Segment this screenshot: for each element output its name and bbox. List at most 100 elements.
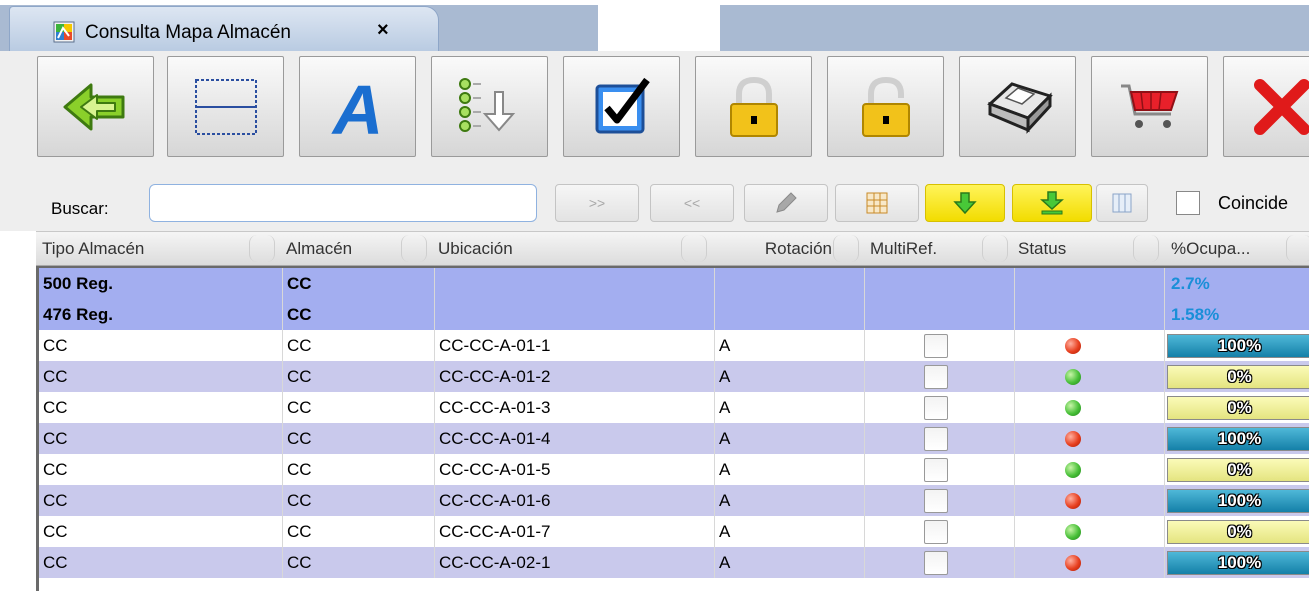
search-row: Buscar: >> << Coincide <box>0 171 1309 231</box>
column-resize-handle[interactable] <box>249 235 275 262</box>
column-resize-handle[interactable] <box>833 235 859 262</box>
split-view-icon <box>194 78 257 135</box>
summary-cell-multiref <box>865 299 1015 330</box>
cell-almacen: CC <box>283 485 435 516</box>
multiref-checkbox[interactable] <box>924 365 948 389</box>
column-header-rotacion[interactable]: Rotación <box>712 232 842 265</box>
column-header-ubicacion[interactable]: Ubicación <box>432 232 682 265</box>
pencil-button[interactable] <box>744 184 828 222</box>
cell-multiref <box>865 330 1015 361</box>
search-label: Buscar: <box>51 199 109 218</box>
cell-tipo: CC <box>39 392 283 423</box>
pencil-icon <box>776 192 797 213</box>
status-red-icon <box>1065 555 1081 571</box>
list-sort-icon <box>458 77 515 132</box>
multiref-checkbox[interactable] <box>924 520 948 544</box>
occupancy-bar: 0% <box>1167 520 1309 544</box>
occupancy-bar: 100% <box>1167 334 1309 358</box>
map-icon <box>53 21 75 43</box>
split-view-button[interactable] <box>167 56 284 157</box>
match-checkbox[interactable] <box>1176 191 1200 215</box>
cell-pct: 100% <box>1165 547 1309 578</box>
table-row[interactable]: CC CC CC-CC-A-01-2 A 0% <box>39 361 1309 392</box>
search-next-button[interactable]: >> <box>555 184 639 222</box>
tab-consulta-mapa-almacen[interactable]: Consulta Mapa Almacén × <box>9 6 439 51</box>
column-resize-handle[interactable] <box>1133 235 1159 262</box>
cell-ubicacion: CC-CC-A-01-2 <box>435 361 715 392</box>
occupancy-bar: 100% <box>1167 489 1309 513</box>
cell-status <box>1015 547 1165 578</box>
summary-cell-pct: 1.58% <box>1165 299 1309 330</box>
occupancy-bar: 0% <box>1167 396 1309 420</box>
tab-close-icon[interactable]: × <box>377 19 389 42</box>
column-resize-handle[interactable] <box>401 235 427 262</box>
column-resize-handle[interactable] <box>681 235 707 262</box>
back-button[interactable] <box>37 56 154 157</box>
cell-almacen: CC <box>283 423 435 454</box>
cell-multiref <box>865 516 1015 547</box>
cell-status <box>1015 361 1165 392</box>
expand-down-button[interactable] <box>925 184 1005 222</box>
grid-table-icon <box>866 192 888 214</box>
summary-row: 500 Reg. CC 2.7% <box>39 268 1309 299</box>
multiref-checkbox[interactable] <box>924 427 948 451</box>
cell-pct: 0% <box>1165 516 1309 547</box>
download-button[interactable] <box>1012 184 1092 222</box>
search-input[interactable] <box>149 184 537 222</box>
status-red-icon <box>1065 493 1081 509</box>
table-row[interactable]: CC CC CC-CC-A-02-1 A 100% <box>39 547 1309 578</box>
unlock-button[interactable] <box>827 56 944 157</box>
column-resize-handle[interactable] <box>982 235 1008 262</box>
cell-status <box>1015 516 1165 547</box>
print-button[interactable] <box>959 56 1076 157</box>
cell-rotacion: A <box>715 330 865 361</box>
tab-title: Consulta Mapa Almacén <box>85 22 291 43</box>
column-resize-handle[interactable] <box>1286 235 1309 262</box>
cell-rotacion: A <box>715 454 865 485</box>
cell-pct: 0% <box>1165 392 1309 423</box>
cell-almacen: CC <box>283 361 435 392</box>
font-button[interactable]: A <box>299 56 416 157</box>
summary-cell-tipo: 500 Reg. <box>39 268 283 299</box>
column-header-status[interactable]: Status <box>1012 232 1142 265</box>
table-row[interactable]: CC CC CC-CC-A-01-7 A 0% <box>39 516 1309 547</box>
font-a-icon: A <box>330 74 383 140</box>
table-row[interactable]: CC CC CC-CC-A-01-4 A 100% <box>39 423 1309 454</box>
cell-tipo: CC <box>39 423 283 454</box>
grid-button[interactable] <box>835 184 919 222</box>
cell-ubicacion: CC-CC-A-01-5 <box>435 454 715 485</box>
multiref-checkbox[interactable] <box>924 458 948 482</box>
occupancy-bar: 0% <box>1167 365 1309 389</box>
lock-button[interactable] <box>695 56 812 157</box>
cell-tipo: CC <box>39 485 283 516</box>
grid-body: 500 Reg. CC 2.7% 476 Reg. CC 1.58% CC CC CC-CC-A… <box>36 266 1309 591</box>
cell-ubicacion: CC-CC-A-01-6 <box>435 485 715 516</box>
cell-multiref <box>865 454 1015 485</box>
cart-button[interactable] <box>1091 56 1208 157</box>
multiref-checkbox[interactable] <box>924 551 948 575</box>
table-row[interactable]: CC CC CC-CC-A-01-1 A 100% <box>39 330 1309 361</box>
table-row[interactable]: CC CC CC-CC-A-01-5 A 0% <box>39 454 1309 485</box>
column-header-multiref[interactable]: MultiRef. <box>862 232 992 265</box>
status-green-icon <box>1065 369 1081 385</box>
multiref-checkbox[interactable] <box>924 334 948 358</box>
cell-ubicacion: CC-CC-A-01-1 <box>435 330 715 361</box>
summary-cell-status <box>1015 299 1165 330</box>
close-button[interactable] <box>1223 56 1309 157</box>
list-sort-button[interactable] <box>431 56 548 157</box>
multiref-checkbox[interactable] <box>924 396 948 420</box>
table-row[interactable]: CC CC CC-CC-A-01-3 A 0% <box>39 392 1309 423</box>
cell-multiref <box>865 485 1015 516</box>
lock-open-icon <box>861 76 910 137</box>
status-red-icon <box>1065 431 1081 447</box>
summary-cell-almacen: CC <box>283 268 435 299</box>
columns-button[interactable] <box>1096 184 1148 222</box>
search-prev-button[interactable]: << <box>650 184 734 222</box>
columns-icon <box>1112 193 1132 213</box>
multiref-checkbox[interactable] <box>924 489 948 513</box>
table-row[interactable]: CC CC CC-CC-A-01-6 A 100% <box>39 485 1309 516</box>
checkbox-button[interactable] <box>563 56 680 157</box>
summary-cell-rotacion <box>715 268 865 299</box>
column-header-tipo-almacen[interactable]: Tipo Almacén <box>36 232 246 265</box>
red-x-icon <box>1254 78 1309 135</box>
